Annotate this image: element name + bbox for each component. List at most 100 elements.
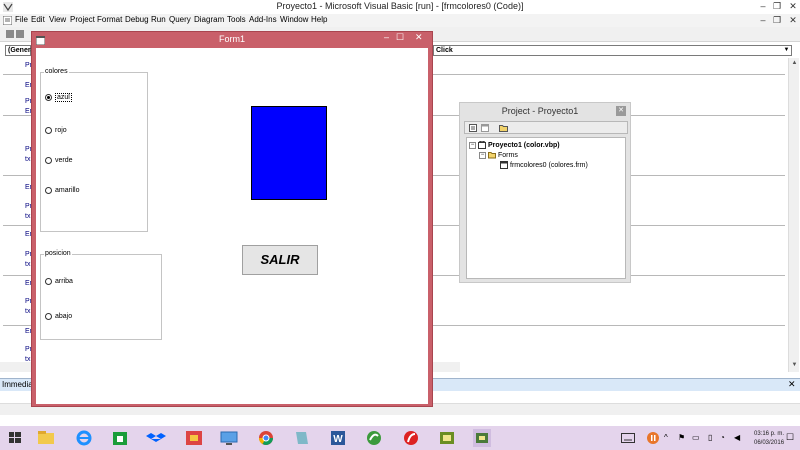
- procedure-combo-value: Click: [436, 47, 453, 54]
- option-arriba-label: arriba: [55, 277, 73, 285]
- form1-client-area: colores azul rojo verde amarillo posicio…: [36, 48, 428, 404]
- action-center-icon[interactable]: ☐: [786, 432, 794, 443]
- clock-date[interactable]: 06/03/2016: [754, 440, 784, 446]
- ide-titlebar: Proyecto1 - Microsoft Visual Basic [run]…: [0, 0, 800, 14]
- menu-tools[interactable]: Tools: [227, 15, 246, 24]
- project-tree: − Proyecto1 (color.vbp) − Forms frmcolor…: [466, 137, 626, 279]
- radio-button-icon[interactable]: [45, 186, 52, 194]
- volume-icon[interactable]: ◀: [734, 433, 740, 442]
- option-abajo[interactable]: abajo: [45, 311, 72, 321]
- tree-node-project-label: Proyecto1 (color.vbp): [488, 141, 560, 149]
- project-icon: [478, 141, 486, 149]
- menu-format[interactable]: Format: [97, 15, 122, 24]
- scroll-up-icon[interactable]: ▲: [789, 58, 800, 69]
- windows-taskbar: W ^ ⚑ ▭ ▯ ◔ ◀ 03:16 p. m. 06/03/2016 ☐: [0, 426, 800, 450]
- view-code-icon[interactable]: [469, 124, 477, 132]
- scroll-down-icon[interactable]: ▼: [789, 360, 800, 371]
- procedure-combo[interactable]: Click ▼: [433, 45, 792, 56]
- form-minimize-button[interactable]: –: [384, 32, 389, 42]
- radio-button-icon[interactable]: [45, 93, 52, 101]
- flash-icon[interactable]: [400, 428, 422, 448]
- menu-window[interactable]: Window: [280, 15, 308, 24]
- salir-button[interactable]: SALIR: [242, 245, 318, 275]
- menu-view[interactable]: View: [49, 15, 66, 24]
- toolbar-button-icon[interactable]: [6, 30, 14, 38]
- object-combo[interactable]: (General): [5, 45, 39, 56]
- frame-colores-caption: colores: [44, 68, 69, 75]
- chevron-up-icon[interactable]: ^: [664, 433, 668, 442]
- close-button[interactable]: ✕: [786, 0, 800, 12]
- mdi-close-button[interactable]: ✕: [786, 14, 800, 26]
- form-maximize-button[interactable]: ☐: [396, 32, 404, 43]
- dreamweaver-icon[interactable]: [363, 428, 385, 448]
- keyboard-icon[interactable]: [621, 433, 635, 443]
- close-icon[interactable]: ✕: [788, 379, 796, 390]
- chrome-icon[interactable]: [255, 428, 277, 448]
- menu-add-ins[interactable]: Add-Ins: [249, 15, 277, 24]
- tree-node-forms-label: Forms: [498, 151, 518, 159]
- color-shape: [251, 106, 327, 200]
- dropbox-icon[interactable]: [145, 428, 167, 448]
- tree-node-forms[interactable]: − Forms: [479, 151, 518, 159]
- battery-icon[interactable]: ▯: [708, 433, 712, 442]
- menu-edit[interactable]: Edit: [31, 15, 45, 24]
- tray-app-icon[interactable]: [646, 430, 660, 446]
- option-arriba[interactable]: arriba: [45, 276, 73, 286]
- mdi-restore-button[interactable]: ❐: [770, 14, 784, 26]
- option-abajo-label: abajo: [55, 312, 73, 320]
- notifications-icon[interactable]: ⚑: [678, 433, 685, 442]
- file-explorer-icon[interactable]: [35, 428, 57, 448]
- radio-button-icon[interactable]: [45, 156, 52, 164]
- toggle-folders-icon[interactable]: [499, 124, 508, 132]
- radio-button-icon[interactable]: [45, 126, 52, 134]
- menu-query[interactable]: Query: [169, 15, 191, 24]
- network-icon[interactable]: ▭: [692, 433, 700, 442]
- word-icon[interactable]: W: [327, 428, 349, 448]
- option-azul[interactable]: azul: [45, 92, 72, 102]
- radio-button-icon[interactable]: [45, 277, 52, 285]
- option-rojo[interactable]: rojo: [45, 125, 67, 135]
- toolbar-button-icon[interactable]: [16, 30, 24, 38]
- tree-node-project[interactable]: − Proyecto1 (color.vbp): [469, 141, 560, 149]
- chevron-down-icon[interactable]: ▼: [783, 47, 790, 54]
- collapse-icon[interactable]: −: [479, 151, 486, 159]
- tree-node-form[interactable]: frmcolores0 (colores.frm): [500, 161, 588, 169]
- remote-desktop-icon[interactable]: [218, 428, 240, 448]
- menu-project[interactable]: Project: [70, 15, 95, 24]
- option-amarillo-label: amarillo: [55, 186, 80, 194]
- vb6-active-icon[interactable]: [471, 428, 493, 448]
- internet-explorer-icon[interactable]: [73, 428, 95, 448]
- vb6-icon[interactable]: [436, 428, 458, 448]
- code-line: tx: [25, 261, 31, 268]
- option-amarillo[interactable]: amarillo: [45, 185, 80, 195]
- mdi-minimize-button[interactable]: –: [756, 14, 770, 26]
- close-icon[interactable]: ✕: [616, 106, 626, 116]
- option-rojo-label: rojo: [55, 126, 67, 134]
- clock-time[interactable]: 03:16 p. m.: [754, 431, 784, 437]
- menu-diagram[interactable]: Diagram: [194, 15, 224, 24]
- form1-window: Form1 – ☐ ✕ colores azul rojo verde amar…: [31, 31, 433, 407]
- menubar: File Edit View Project Format Debug Run …: [0, 14, 800, 27]
- radio-button-icon[interactable]: [45, 312, 52, 320]
- ide-window-title: Proyecto1 - Microsoft Visual Basic [run]…: [276, 1, 524, 11]
- menu-file[interactable]: File: [15, 15, 28, 24]
- photos-icon[interactable]: [183, 428, 205, 448]
- code-window-icon: [3, 16, 12, 25]
- menu-debug[interactable]: Debug: [125, 15, 149, 24]
- store-icon[interactable]: [109, 428, 131, 448]
- option-verde-label: verde: [55, 156, 73, 164]
- minimize-button[interactable]: –: [756, 0, 770, 12]
- form-close-button[interactable]: ✕: [415, 32, 423, 43]
- menu-run[interactable]: Run: [151, 15, 166, 24]
- code-vertical-scrollbar[interactable]: ▲ ▼: [788, 58, 799, 372]
- project-explorer: Project - Proyecto1 ✕ − Proyecto1 (color…: [459, 102, 631, 283]
- files-icon[interactable]: [291, 428, 313, 448]
- collapse-icon[interactable]: −: [469, 141, 476, 149]
- code-line: tx: [25, 213, 31, 220]
- wifi-icon[interactable]: ◔: [720, 433, 725, 442]
- windows-start-icon[interactable]: [4, 428, 26, 448]
- view-object-icon[interactable]: [481, 124, 489, 132]
- menu-help[interactable]: Help: [311, 15, 327, 24]
- restore-button[interactable]: ❐: [770, 0, 784, 12]
- option-verde[interactable]: verde: [45, 155, 73, 165]
